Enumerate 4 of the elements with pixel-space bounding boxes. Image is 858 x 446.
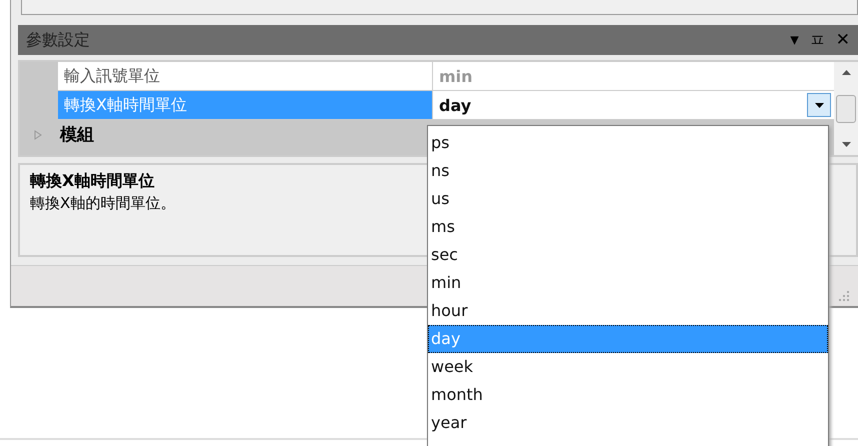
category-name: 模組 <box>60 124 94 146</box>
panel-title: 參數設定 <box>25 30 90 50</box>
description-text: 轉換X軸的時間單位。 <box>30 194 176 213</box>
description-title: 轉換X軸時間單位 <box>30 171 154 192</box>
